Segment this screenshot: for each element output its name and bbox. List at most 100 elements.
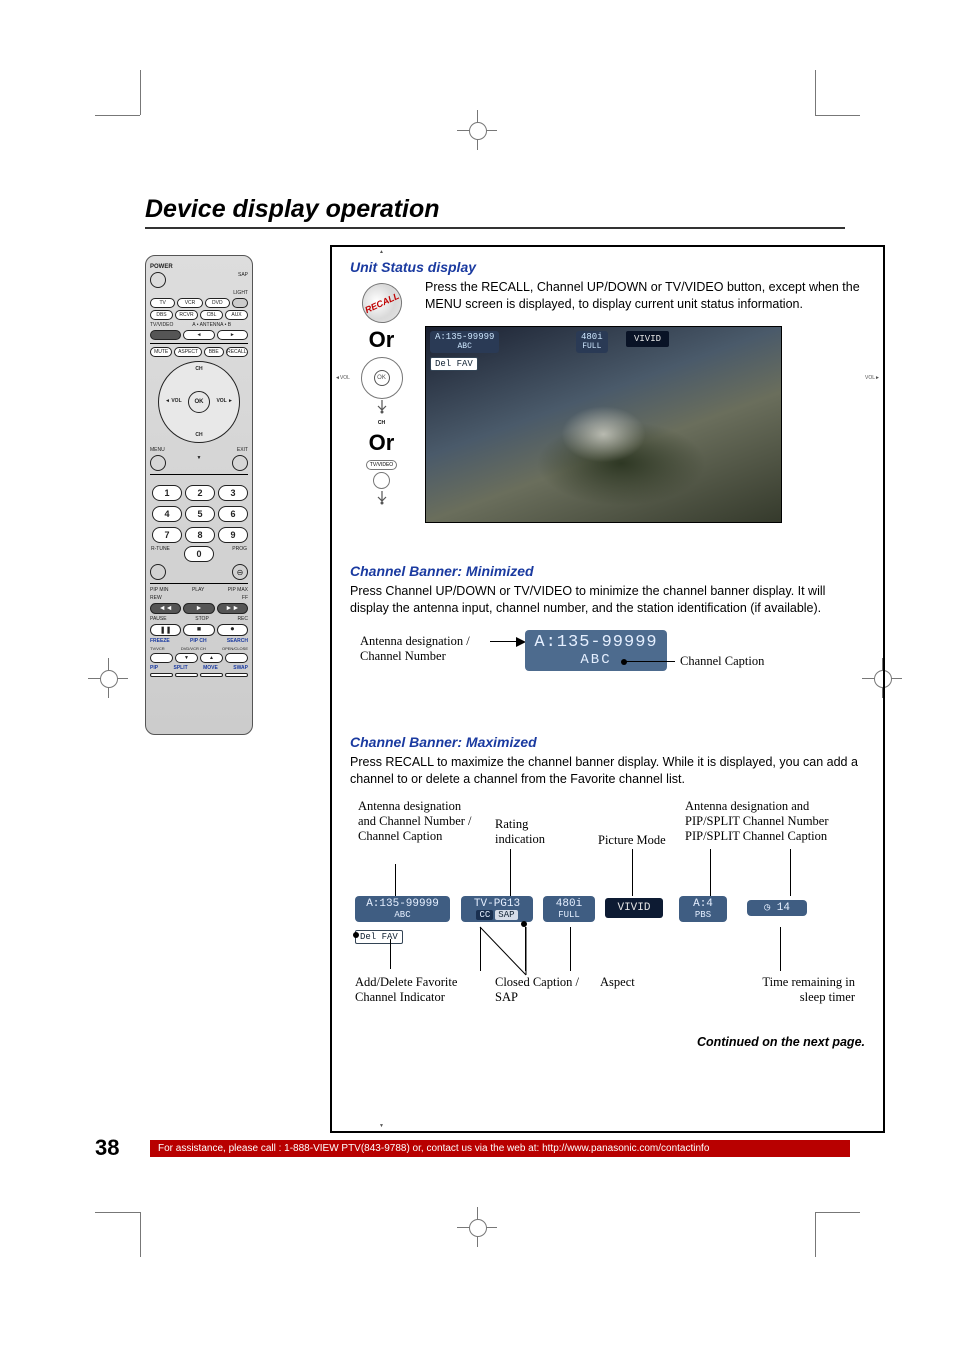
footer-bar: For assistance, please call : 1-888-VIEW… (150, 1140, 850, 1157)
min-banner-line2: ABC (531, 652, 661, 668)
remote-prog: ⊖ (232, 564, 248, 580)
remote-tvvideo-label: TV/VIDEO (150, 322, 173, 328)
max-heading: Channel Banner: Maximized (350, 734, 865, 750)
remote-pipch-up: ▲ (200, 653, 223, 663)
remote-ant-a: ◄ (183, 330, 214, 340)
remote-split (175, 673, 198, 677)
remote-mute: MUTE (150, 347, 172, 357)
rtune-label: R-TUNE (151, 546, 179, 562)
remote-num-8: 8 (185, 527, 215, 543)
remote-menu (150, 455, 166, 471)
max-bot-cc: Closed Caption / SAP (495, 975, 595, 1005)
tv-screenshot: A:135-99999 ABC 480i FULL VIVID Del FAV (425, 326, 782, 523)
remote-light-btn (232, 298, 248, 308)
max-osd-pipch: A:4 (693, 898, 713, 910)
remote-vcr: VCR (177, 298, 202, 308)
remote-stop: ■ (183, 624, 214, 636)
unit-status-heading: Unit Status display (350, 259, 865, 275)
min-right-callout: Channel Caption (680, 654, 764, 669)
remote-rtune (150, 564, 166, 580)
remote-num-3: 3 (218, 485, 248, 501)
remote-sap-label: SAP (238, 272, 248, 288)
remote-bbe: BBE (204, 347, 224, 357)
max-osd-cc: CC (476, 910, 493, 920)
remote-swap (225, 673, 248, 677)
remote-pause: ❚❚ (150, 624, 181, 636)
max-osd-res: 480i (556, 898, 582, 910)
max-bot-aspect: Aspect (600, 975, 660, 990)
min-left-callout: Antenna designation / Channel Number (360, 634, 490, 664)
remote-exit-label: EXIT (237, 447, 248, 453)
max-co-picture: Picture Mode (598, 833, 683, 848)
max-bot-sleep: Time remaining in sleep timer (745, 975, 855, 1005)
remote-num-2: 2 (185, 485, 215, 501)
remote-search (225, 653, 248, 663)
remote-num-6: 6 (218, 506, 248, 522)
max-osd-aspect: FULL (543, 910, 595, 920)
prog-label: PROG (219, 546, 247, 562)
hand-down-icon (373, 398, 391, 416)
max-osd-pipcap: PBS (679, 910, 727, 920)
remote-pip (150, 673, 173, 677)
remote-play: ► (183, 603, 214, 614)
remote-rew: ◄◄ (150, 603, 181, 614)
remote-pipch-dn: ▼ (175, 653, 198, 663)
remote-dpad: CH ◄ VOL VOL ► CH OK (158, 361, 240, 443)
osd-aspect: FULL (581, 342, 603, 351)
remote-menu-label: MENU (150, 447, 165, 453)
osd-channel: A:135-99999 (435, 332, 494, 342)
min-banner-line1: A:135-99999 (531, 633, 661, 652)
remote-ant-b: ► (217, 330, 248, 340)
content-panel: Unit Status display RECALL Or ▲ ◄VOL VOL… (330, 245, 885, 1133)
max-osd-delfav: Del FAV (355, 930, 403, 944)
max-osd-sleep: 14 (777, 902, 790, 914)
remote-ok: OK (188, 391, 210, 413)
remote-num-5: 5 (185, 506, 215, 522)
min-banner: A:135-99999 ABC (525, 630, 667, 671)
unit-status-text: Press the RECALL, Channel UP/DOWN or TV/… (425, 279, 865, 312)
remote-exit (232, 455, 248, 471)
max-osd-rating: TV-PG13 (474, 898, 520, 910)
remote-tvvideo (150, 330, 181, 340)
remote-num-4: 4 (152, 506, 182, 522)
remote-recall: RECALL (226, 347, 248, 357)
remote-ff: ►► (217, 603, 248, 614)
remote-light-label: LIGHT (150, 290, 248, 296)
remote-dbs: DBS (150, 310, 173, 320)
dpad-icon: ▲ ◄VOL VOL► ▼ OK (361, 357, 403, 399)
osd-mode: VIVID (626, 331, 669, 347)
min-heading: Channel Banner: Minimized (350, 563, 865, 579)
remote-num-0: 0 (184, 546, 214, 562)
recall-icon: RECALL (355, 276, 408, 329)
max-bot-fav: Add/Delete Favorite Channel Indicator (355, 975, 475, 1005)
remote-rcvr: RCVR (175, 310, 198, 320)
osd-res: 480i (581, 332, 603, 342)
remote-freeze (150, 653, 173, 663)
remote-dvd: DVD (205, 298, 230, 308)
remote-num-7: 7 (152, 527, 182, 543)
remote-num-1: 1 (152, 485, 182, 501)
max-co-rating: Rating indication (495, 817, 565, 847)
max-text: Press RECALL to maximize the channel ban… (350, 754, 865, 787)
remote-power-label: POWER (150, 264, 248, 270)
page-number: 38 (95, 1135, 150, 1161)
remote-aux: AUX (225, 310, 248, 320)
hand-down-icon-2 (373, 489, 391, 507)
remote-cbl: CBL (200, 310, 223, 320)
or-label-2: Or (369, 430, 395, 456)
page-title: Device display operation (145, 195, 845, 229)
remote-move (200, 673, 223, 677)
max-co-ch: Antenna designation and Channel Number /… (358, 799, 473, 844)
max-osd-mode: VIVID (605, 898, 663, 918)
osd-caption: ABC (435, 342, 494, 351)
tvvideo-button-icon (373, 472, 390, 489)
or-label-1: Or (369, 327, 395, 353)
min-text: Press Channel UP/DOWN or TV/VIDEO to min… (350, 583, 865, 616)
power-button-icon (150, 272, 166, 288)
max-osd-ch: A:135-99999 (366, 898, 439, 910)
clock-icon: ◷ (764, 903, 770, 914)
osd-delfav: Del FAV (430, 357, 478, 371)
tvvideo-icon-label: TV/VIDEO (366, 460, 397, 470)
remote-illustration: POWER SAP LIGHT TV VCR DVD DBS RCVR CBL (145, 255, 265, 735)
remote-num-9: 9 (218, 527, 248, 543)
